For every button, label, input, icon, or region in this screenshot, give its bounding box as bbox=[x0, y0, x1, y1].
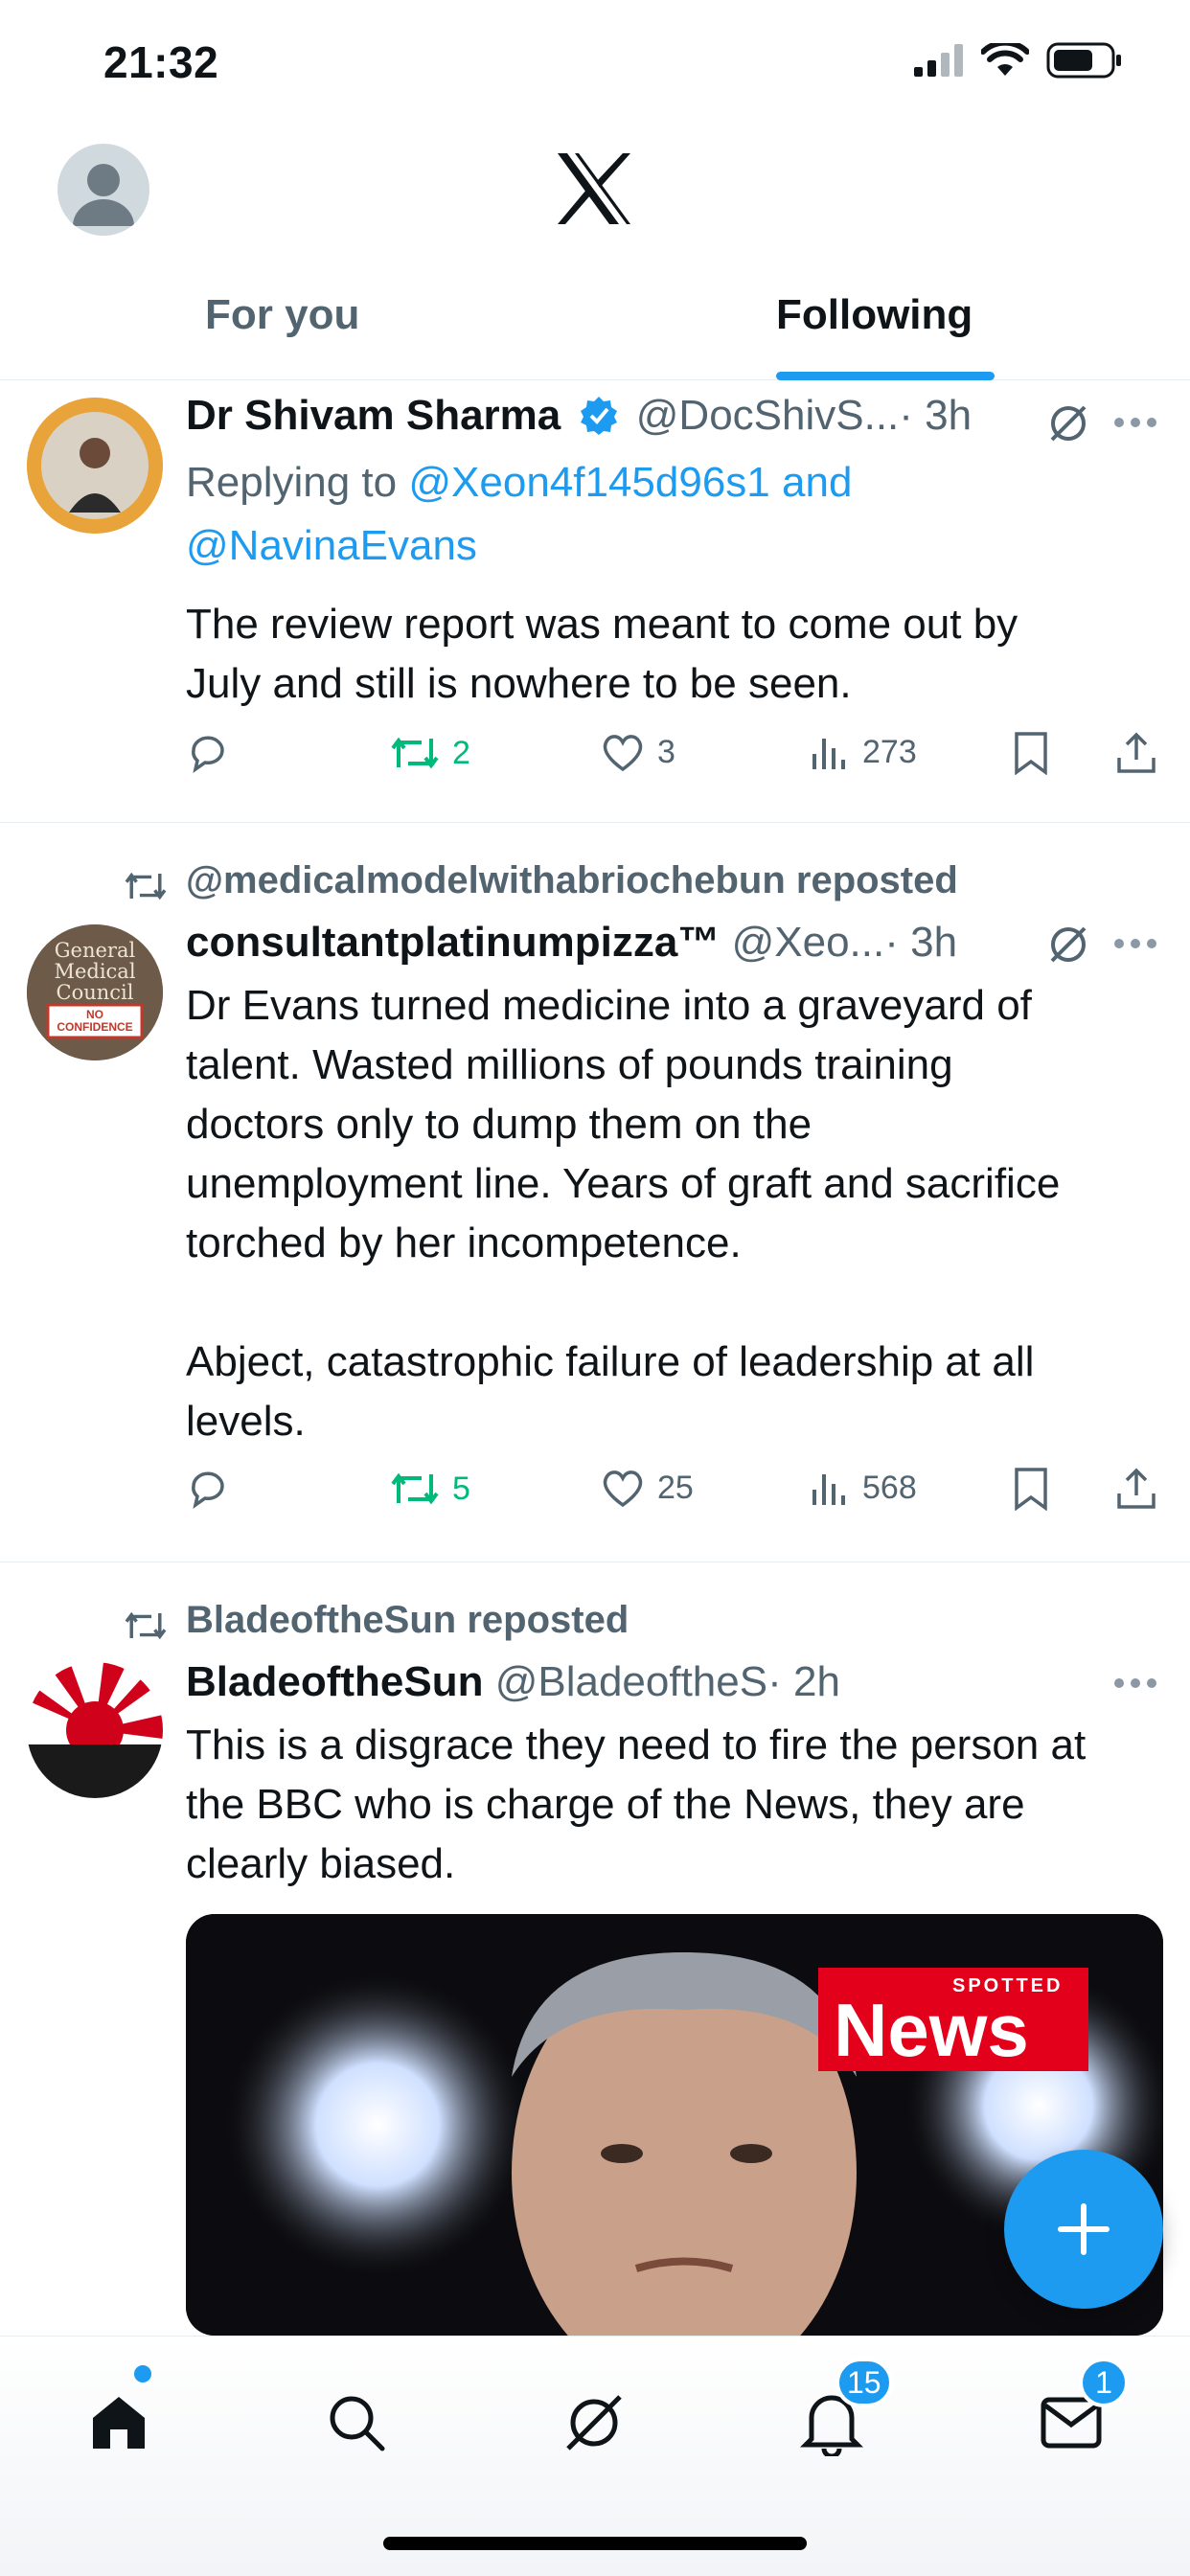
replying-to: Replying to @Xeon4f145d96s1 and @NavinaE… bbox=[186, 459, 853, 569]
reply-button[interactable] bbox=[186, 1467, 230, 1511]
home-indicator bbox=[383, 2537, 807, 2550]
author-name[interactable]: BladeoftheSun bbox=[186, 1658, 483, 1705]
notifications-badge: 15 bbox=[835, 2358, 893, 2407]
retweet-button[interactable]: 2 bbox=[389, 731, 470, 775]
reposted-by[interactable]: BladeoftheSun reposted bbox=[186, 1599, 629, 1642]
retweet-icon bbox=[391, 737, 439, 769]
author-handle[interactable]: @Xeo... bbox=[732, 919, 885, 966]
nav-home[interactable] bbox=[71, 2375, 167, 2471]
views-count: 273 bbox=[862, 733, 917, 770]
post-text: This is a disgrace they need to fire the… bbox=[186, 1721, 1087, 1887]
profile-avatar[interactable] bbox=[57, 144, 149, 236]
bookmark-icon bbox=[1015, 1468, 1047, 1511]
author-name[interactable]: consultantplatinumpizza™ bbox=[186, 919, 720, 966]
repost-indicator-icon bbox=[125, 1611, 167, 1640]
reposted-by[interactable]: @medicalmodelwithabriochebun reposted bbox=[186, 859, 958, 902]
views-icon bbox=[812, 739, 845, 769]
wifi-icon bbox=[981, 43, 1029, 76]
post-time: · 3h bbox=[899, 392, 973, 439]
author-name[interactable]: Dr Shivam Sharma bbox=[186, 392, 561, 439]
avatar[interactable]: General Medical Council General Medical … bbox=[27, 924, 163, 1060]
like-button[interactable]: 25 bbox=[600, 1467, 694, 1509]
nav-search[interactable] bbox=[309, 2375, 404, 2471]
views-button[interactable]: 273 bbox=[809, 731, 917, 773]
x-logo-icon[interactable] bbox=[554, 151, 634, 226]
search-icon bbox=[330, 2396, 385, 2451]
grok-icon[interactable] bbox=[1046, 923, 1090, 967]
avatar-stamp: NO CONFIDENCE bbox=[57, 1008, 133, 1034]
like-count: 25 bbox=[657, 1469, 694, 1506]
post-text: The review report was meant to come out … bbox=[186, 601, 1018, 707]
plus-icon bbox=[1058, 2203, 1110, 2255]
views-count: 568 bbox=[862, 1469, 917, 1506]
retweet-icon bbox=[391, 1472, 439, 1505]
status-time: 21:32 bbox=[103, 37, 219, 87]
post-2[interactable]: @medicalmodelwithabriochebun reposted Ge… bbox=[0, 823, 1190, 1562]
cellular-signal-icon bbox=[914, 44, 963, 77]
reply-icon bbox=[192, 736, 224, 774]
nav-grok[interactable] bbox=[546, 2375, 642, 2471]
verified-badge-icon bbox=[580, 397, 617, 435]
heart-icon bbox=[603, 1470, 643, 1508]
tab-following[interactable]: Following bbox=[776, 291, 973, 339]
share-button[interactable] bbox=[1115, 1467, 1157, 1511]
compose-post-button[interactable] bbox=[1004, 2150, 1163, 2309]
reply-button[interactable] bbox=[186, 731, 230, 775]
top-bar bbox=[0, 125, 1190, 259]
share-icon bbox=[1117, 1468, 1156, 1509]
repost-indicator-icon bbox=[125, 872, 167, 900]
retweet-count: 5 bbox=[452, 1470, 470, 1507]
like-button[interactable]: 3 bbox=[600, 731, 675, 773]
views-icon bbox=[812, 1474, 845, 1505]
share-icon bbox=[1117, 732, 1156, 773]
grok-icon bbox=[566, 2395, 622, 2451]
home-new-dot bbox=[134, 2365, 151, 2382]
messages-badge: 1 bbox=[1079, 2358, 1129, 2407]
battery-icon bbox=[1046, 42, 1121, 79]
user-photo-icon bbox=[27, 398, 163, 534]
default-avatar-icon bbox=[73, 164, 134, 226]
bookmark-button[interactable] bbox=[1012, 731, 1050, 775]
active-tab-indicator bbox=[776, 372, 995, 380]
reply-mention-link[interactable]: @NavinaEvans bbox=[186, 522, 477, 569]
reply-icon bbox=[192, 1471, 224, 1510]
avatar[interactable] bbox=[27, 398, 163, 534]
retweet-count: 2 bbox=[452, 734, 470, 771]
feed-tabs: For you Following bbox=[0, 278, 1190, 380]
reply-mention-link[interactable]: @Xeon4f145d96s1 and bbox=[408, 459, 852, 506]
author-handle[interactable]: @DocShivS... bbox=[636, 392, 900, 439]
status-bar: 21:32 bbox=[0, 0, 1190, 125]
more-options-icon[interactable] bbox=[1113, 417, 1157, 428]
home-icon bbox=[93, 2397, 145, 2449]
more-options-icon[interactable] bbox=[1113, 1677, 1157, 1689]
post-text: Dr Evans turned medicine into a graveyar… bbox=[186, 982, 1061, 1445]
avatar[interactable] bbox=[27, 1662, 163, 1798]
news-badge: News bbox=[834, 1988, 1029, 2072]
views-button[interactable]: 568 bbox=[809, 1467, 917, 1509]
post-actions: 2 3 273 bbox=[186, 731, 1163, 788]
retweet-button[interactable]: 5 bbox=[389, 1467, 470, 1511]
author-handle[interactable]: @BladeoftheS bbox=[495, 1658, 767, 1705]
share-button[interactable] bbox=[1115, 731, 1157, 775]
post-actions: 5 25 568 bbox=[186, 1467, 1163, 1524]
tab-for-you[interactable]: For you bbox=[205, 291, 359, 339]
post-1[interactable]: Dr Shivam Sharma @DocShivS...· 3h Replyi… bbox=[0, 380, 1190, 823]
post-time: · 2h bbox=[767, 1658, 840, 1705]
bookmark-icon bbox=[1015, 732, 1047, 775]
rising-sun-avatar bbox=[27, 1662, 163, 1798]
avatar-text: General Medical Council bbox=[54, 939, 136, 1004]
bookmark-button[interactable] bbox=[1012, 1467, 1050, 1511]
grok-icon[interactable] bbox=[1046, 401, 1090, 445]
like-count: 3 bbox=[657, 733, 675, 770]
heart-icon bbox=[603, 735, 643, 772]
post-time: · 3h bbox=[884, 919, 958, 966]
more-options-icon[interactable] bbox=[1113, 938, 1157, 949]
